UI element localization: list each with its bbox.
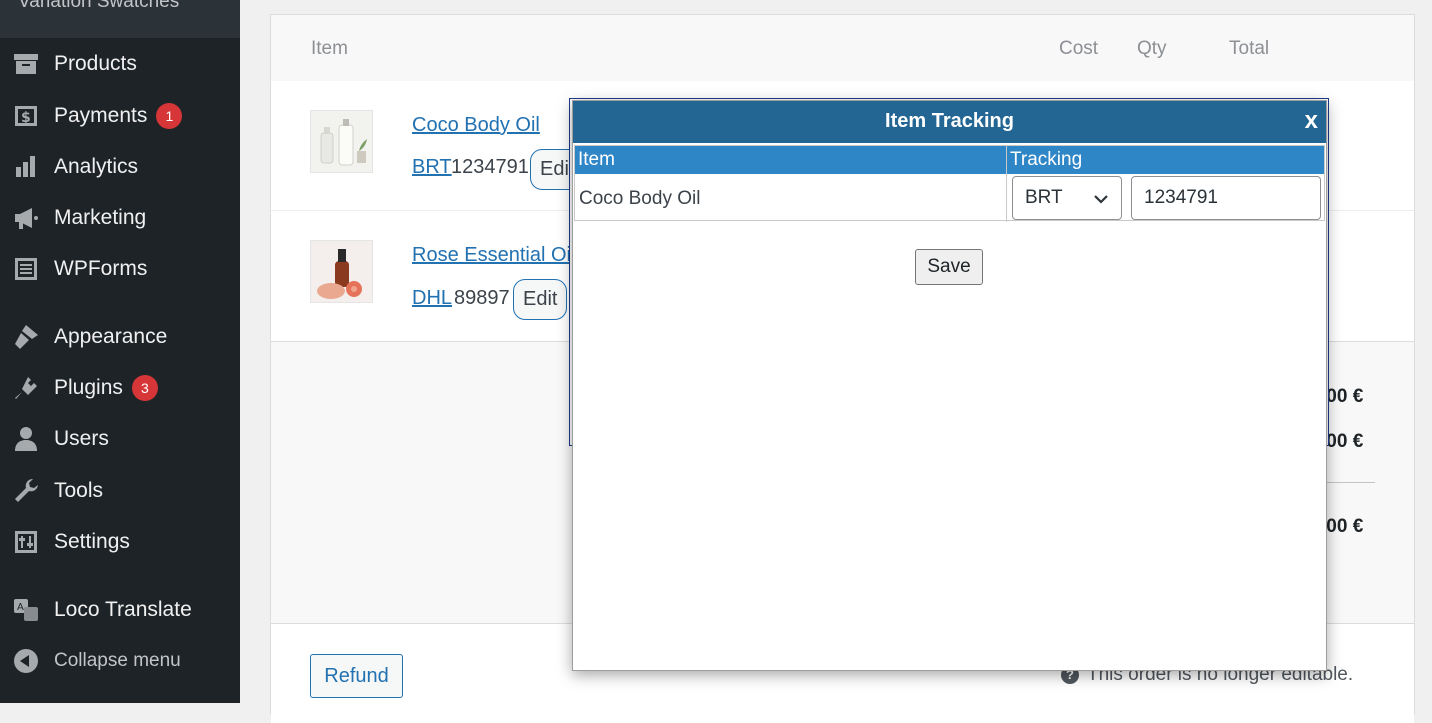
carrier-link[interactable]: BRT [412,156,452,179]
edit-tracking-button[interactable]: Edit [513,279,568,320]
sidebar-item-appearance[interactable]: Appearance [0,315,240,359]
sidebar-item-label: Analytics [54,155,139,178]
sidebar-item-variation-swatches[interactable]: Variation Swatches [0,0,240,38]
column-header-item: Item [311,38,348,59]
sidebar-item-products[interactable]: Products [0,42,240,86]
item-tracking-modal: Item Tracking x Item Tracking Coco Body … [572,100,1327,671]
sidebar-item-tools[interactable]: Tools [0,469,240,513]
sidebar-item-users[interactable]: Users [0,417,240,461]
wrench-icon [12,477,40,505]
column-header-qty: Qty [1137,38,1167,59]
totals-divider [1321,482,1375,483]
refund-button[interactable]: Refund [310,654,403,698]
sidebar-item-label: WPForms [54,257,148,280]
product-thumbnail [310,240,373,303]
sidebar-item-plugins[interactable]: Plugins 3 [0,366,240,410]
notification-badge: 1 [156,103,183,129]
sidebar-item-analytics[interactable]: Analytics [0,145,240,189]
sidebar-item-label: Appearance [54,325,168,348]
sidebar-item-label: Users [54,427,109,450]
column-header-total: Total [1229,38,1270,59]
total-value: ,00 € [1321,516,1364,537]
sidebar-item-payments[interactable]: $ Payments 1 [0,94,240,138]
svg-text:A: A [17,602,24,613]
payments-icon: $ [12,102,40,130]
brush-icon [12,323,40,351]
item-name-link[interactable]: Coco Body Oil [412,114,540,137]
modal-title-bar: Item Tracking x [573,101,1326,143]
collapse-menu-button[interactable]: Collapse menu [0,639,240,683]
tracking-row-item: Coco Body Oil [579,188,701,209]
carrier-select[interactable]: BRT [1012,176,1122,220]
sidebar-item-label: Settings [54,530,130,553]
sidebar-item-label: Marketing [54,206,147,229]
sliders-icon [12,528,40,556]
sidebar-item-label: Collapse menu [54,650,181,671]
sidebar-item-label: Payments [54,104,148,127]
collapse-arrow-icon [12,647,40,675]
column-header-tracking: Tracking [1010,149,1083,170]
tracking-number-input[interactable] [1131,176,1321,220]
tracking-number: 1234791 [451,156,529,178]
tracking-number: 89897 [454,287,510,309]
item-name-link[interactable]: Rose Essential Oil [412,244,575,267]
carrier-link[interactable]: DHL [412,287,452,310]
sidebar-item-wpforms[interactable]: WPForms [0,247,240,291]
megaphone-icon [12,204,40,232]
form-icon [12,255,40,283]
tracking-table-header: Item Tracking [575,146,1324,174]
admin-sidebar: Variation Swatches Products $ Payments 1… [0,0,240,703]
sidebar-item-loco-translate[interactable]: A Loco Translate [0,588,240,632]
tracking-table: Item Tracking Coco Body Oil BRT [574,145,1325,222]
sidebar-item-label: Loco Translate [54,598,192,621]
sidebar-item-label: Tools [54,479,104,502]
column-divider [1006,146,1007,222]
chevron-down-icon [1093,177,1109,223]
translate-icon: A [12,596,40,624]
carrier-select-value: BRT [1025,187,1063,208]
column-header-item: Item [578,149,615,170]
column-header-cost: Cost [1059,38,1099,59]
product-thumbnail [310,110,373,173]
modal-title: Item Tracking [885,110,1014,132]
user-icon [12,425,40,453]
archive-icon [12,50,40,78]
svg-text:$: $ [21,110,31,126]
sidebar-item-settings[interactable]: Settings [0,520,240,564]
sidebar-item-label: Plugins [54,376,123,399]
save-button[interactable]: Save [915,249,983,285]
sidebar-item-label: Variation Swatches [18,0,180,12]
sidebar-item-marketing[interactable]: Marketing [0,196,240,240]
order-items-header: Item Cost Qty Total [271,15,1414,81]
notification-badge: 3 [131,375,158,401]
close-icon[interactable]: x [1305,101,1318,143]
bar-chart-icon [12,153,40,181]
plug-icon [12,374,40,402]
sidebar-item-label: Products [54,52,137,75]
